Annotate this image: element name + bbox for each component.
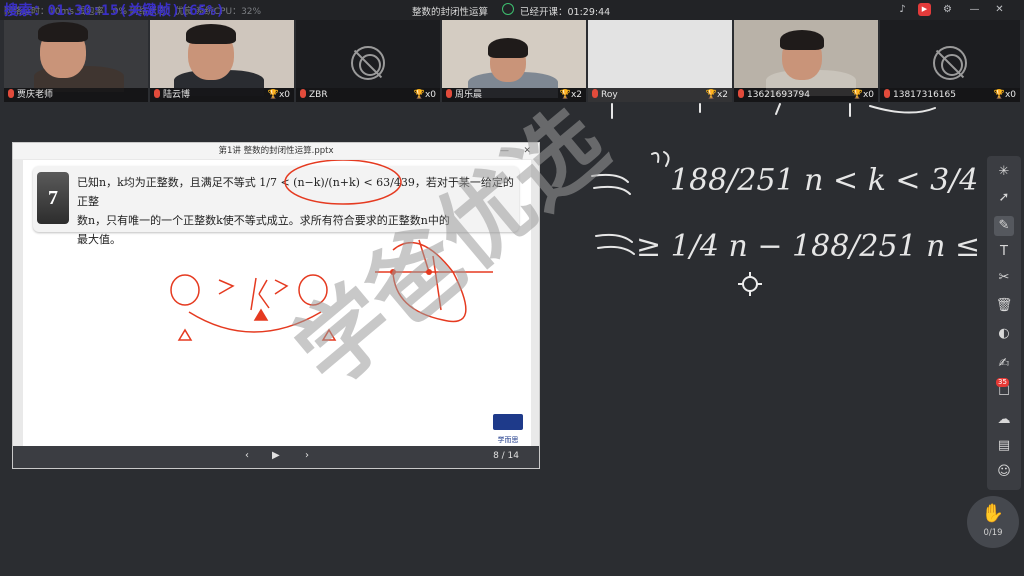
close-icon[interactable]: ✕ xyxy=(523,143,531,159)
shape-icon[interactable]: ◐ xyxy=(994,324,1014,344)
page-counter: 8 / 14 xyxy=(493,451,519,461)
raise-hand-button[interactable]: ✋ 0/19 xyxy=(967,496,1019,548)
users-icon[interactable]: ☺ xyxy=(994,462,1014,482)
raise-hand-count: 0/19 xyxy=(983,528,1003,538)
next-page-button[interactable]: › xyxy=(305,450,309,461)
svg-text:学而思: 学而思 xyxy=(498,435,519,444)
text-icon[interactable]: T xyxy=(994,242,1014,262)
board-formula-line2: ≥ 1/4 n − 188/251 n ≤ 2 xyxy=(636,229,1009,264)
pointer-target-icon xyxy=(738,272,762,296)
xueersi-logo: 学而思 xyxy=(493,414,523,444)
chat-icon[interactable]: ☐ 35 xyxy=(994,378,1014,402)
drawing-toolbar: ✳ ➚ ✎ T ✂ 🗑 ◐ ✍ ☐ 35 ☁ ▤ ☺ xyxy=(987,156,1021,490)
minimize-icon[interactable]: — xyxy=(500,143,509,159)
slide-controls: ‹ ▶ › 8 / 14 xyxy=(13,446,539,468)
hand-icon: ✋ xyxy=(981,503,1005,524)
slide-viewer-window[interactable]: 第1讲 整数的封闭性运算.pptx — ✕ 7 已知n，k均为正整数，且满足不等… xyxy=(12,142,540,469)
pen-icon[interactable]: ✎ xyxy=(994,216,1014,236)
slide-file-title: 第1讲 整数的封闭性运算.pptx xyxy=(218,146,334,156)
prev-page-button[interactable]: ‹ xyxy=(245,450,249,461)
slide-window-titlebar[interactable]: 第1讲 整数的封闭性运算.pptx — ✕ xyxy=(13,143,539,159)
slide-annotations: 学而思 xyxy=(170,160,523,444)
cloud-icon[interactable]: ☁ xyxy=(994,410,1014,430)
trash-icon[interactable]: 🗑 xyxy=(994,296,1014,316)
select-icon[interactable]: ➚ xyxy=(994,188,1014,208)
answer-icon[interactable]: ✍ xyxy=(994,354,1014,374)
scissors-icon[interactable]: ✂ xyxy=(994,268,1014,288)
board-formula-line1: 188/251 n < k < 3/4 n xyxy=(670,163,1007,198)
laser-pointer-icon[interactable]: ✳ xyxy=(994,162,1014,182)
slide-canvas[interactable]: 7 已知n，k均为正整数，且满足不等式 1/7 < (n−k)/(n+k) < … xyxy=(23,160,531,447)
toolbox-icon[interactable]: ▤ xyxy=(994,436,1014,456)
chat-badge: 35 xyxy=(996,378,1009,387)
play-button[interactable]: ▶ xyxy=(272,450,280,461)
